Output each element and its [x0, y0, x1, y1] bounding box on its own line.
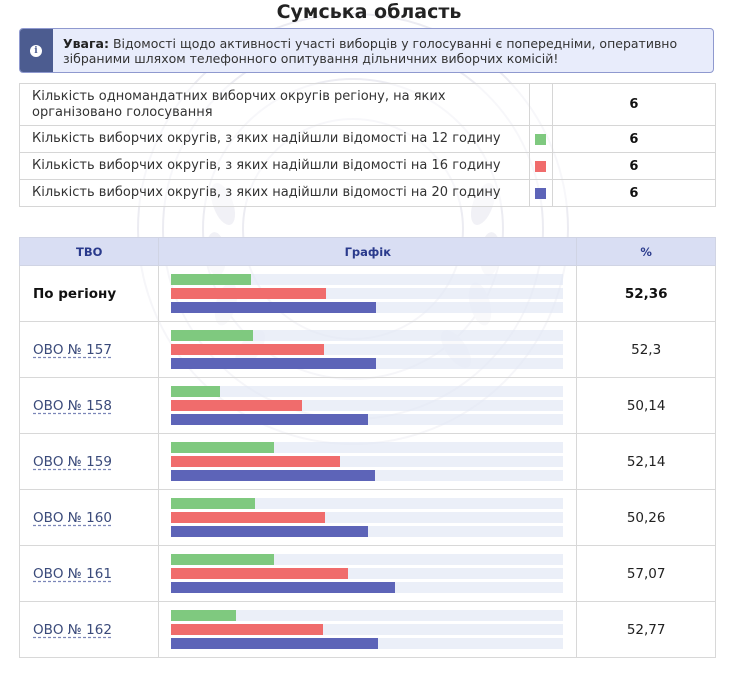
summary-label: Кількість виборчих округів, з яких надій… [19, 125, 530, 153]
bar-16h [171, 568, 349, 579]
bar-16h [171, 288, 327, 299]
summary-value: 6 [551, 179, 717, 207]
turnout-percent: 50,26 [576, 489, 716, 546]
table-row: ОВО № 158 50,14 [18, 377, 716, 434]
turnout-percent: 52,36 [576, 265, 716, 322]
legend-swatch-20h [535, 187, 547, 199]
notice-message: Відомості щодо активності участі виборці… [63, 36, 678, 66]
bar-12h [171, 330, 254, 341]
column-header-pct: % [576, 237, 716, 266]
summary-value: 6 [551, 125, 717, 153]
district-link[interactable]: ОВО № 158 [33, 398, 112, 414]
row-district-name: ОВО № 160 [18, 489, 160, 546]
row-region-total: По регіону [18, 265, 160, 322]
legend-swatch-16h [535, 160, 547, 172]
row-district-name: ОВО № 161 [18, 545, 160, 602]
bar-12h [171, 442, 275, 453]
bar-20h [171, 582, 396, 593]
turnout-percent: 52,77 [576, 601, 716, 658]
table-header-row: ТВО Графік % [18, 237, 716, 266]
summary-row: Кількість виборчих округів, з яких надій… [19, 125, 717, 153]
summary-row: Кількість виборчих округів, з яких надій… [19, 179, 717, 207]
row-district-name: ОВО № 159 [18, 433, 160, 490]
row-district-name: ОВО № 162 [18, 601, 160, 658]
bar-16h [171, 512, 326, 523]
bar-20h [171, 638, 379, 649]
page-title: Сумська область [276, 1, 462, 23]
graph-cell [158, 489, 578, 546]
table-row: ОВО № 160 50,26 [18, 489, 716, 546]
bar-group [159, 490, 576, 545]
bar-12h [171, 386, 221, 397]
summary-swatch-cell [528, 152, 553, 180]
bar-16h [171, 624, 324, 635]
district-link[interactable]: ОВО № 160 [33, 510, 112, 526]
bar-20h [171, 358, 377, 369]
notice-banner: i Увага: Відомості щодо активності участ… [19, 28, 714, 73]
graph-cell [158, 265, 578, 322]
graph-cell [158, 321, 578, 378]
bar-group [159, 378, 576, 433]
bar-16h [171, 400, 303, 411]
district-link[interactable]: ОВО № 161 [33, 566, 112, 582]
summary-swatch-cell [528, 83, 553, 126]
row-district-name: ОВО № 158 [18, 377, 160, 434]
summary-label: Кількість виборчих округів, з яких надій… [19, 179, 530, 207]
bar-20h [171, 526, 369, 537]
graph-cell [158, 545, 578, 602]
table-row: По регіону 52,36 [18, 265, 716, 322]
table-row: ОВО № 159 52,14 [18, 433, 716, 490]
summary-label: Кількість одномандатних виборчих округів… [19, 83, 530, 126]
bar-20h [171, 414, 369, 425]
bar-12h [171, 610, 237, 621]
region-total-label: По регіону [33, 285, 117, 302]
bar-group [159, 546, 576, 601]
summary-value: 6 [551, 83, 717, 126]
legend-swatch-12h [535, 133, 547, 145]
bar-group [159, 322, 576, 377]
turnout-percent: 52,14 [576, 433, 716, 490]
graph-cell [158, 377, 578, 434]
info-icon: i [30, 45, 42, 57]
column-header-tvo: ТВО [18, 237, 160, 266]
bar-group [159, 434, 576, 489]
bar-20h [171, 470, 376, 481]
row-district-name: ОВО № 157 [18, 321, 160, 378]
column-header-graph: Графік [158, 237, 578, 266]
graph-cell [158, 433, 578, 490]
turnout-percent: 50,14 [576, 377, 716, 434]
summary-row: Кількість одномандатних виборчих округів… [19, 83, 717, 126]
district-link[interactable]: ОВО № 157 [33, 342, 112, 358]
notice-label: Увага: [63, 36, 109, 51]
table-body: По регіону 52,36 ОВО № 157 52,3 ОВО № 158 50,… [18, 265, 716, 658]
table-row: ОВО № 157 52,3 [18, 321, 716, 378]
table-row: ОВО № 162 52,77 [18, 601, 716, 658]
summary-swatch-cell [528, 179, 553, 207]
turnout-percent: 52,3 [576, 321, 716, 378]
district-link[interactable]: ОВО № 159 [33, 454, 112, 470]
district-link[interactable]: ОВО № 162 [33, 622, 112, 638]
bar-group [159, 266, 576, 321]
bar-12h [171, 274, 252, 285]
notice-accent: i [20, 29, 53, 72]
bar-16h [171, 456, 341, 467]
summary-label: Кількість виборчих округів, з яких надій… [19, 152, 530, 180]
turnout-percent: 57,07 [576, 545, 716, 602]
table-row: ОВО № 161 57,07 [18, 545, 716, 602]
summary-table: Кількість одномандатних виборчих округів… [19, 83, 717, 207]
bar-12h [171, 498, 256, 509]
bar-16h [171, 344, 325, 355]
bar-12h [171, 554, 275, 565]
graph-cell [158, 601, 578, 658]
turnout-table: ТВО Графік % По регіону 52,36 ОВО № 157 52,… [18, 237, 716, 658]
bar-track [171, 386, 564, 397]
summary-swatch-cell [528, 125, 553, 153]
notice-text: Увага: Відомості щодо активності участі … [63, 36, 703, 66]
summary-value: 6 [551, 152, 717, 180]
bar-20h [171, 302, 377, 313]
summary-row: Кількість виборчих округів, з яких надій… [19, 152, 717, 180]
page: Сумська область i Увага: Відомості щодо … [0, 0, 738, 673]
bar-group [159, 602, 576, 657]
